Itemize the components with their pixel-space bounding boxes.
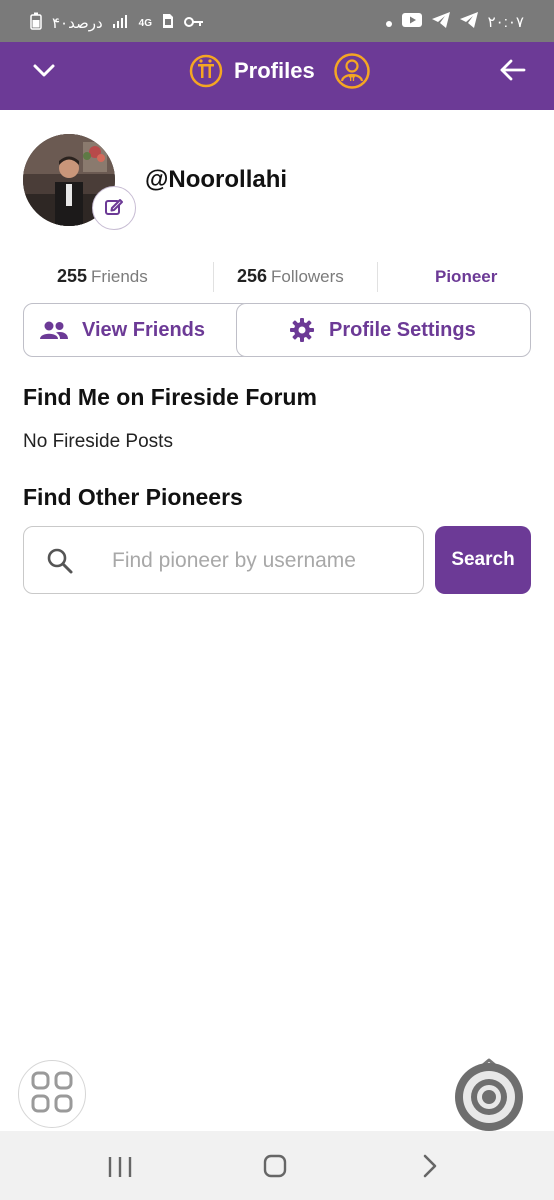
stat-divider <box>377 262 378 292</box>
search-field[interactable] <box>23 526 424 594</box>
followers-label: Followers <box>271 267 344 286</box>
grid-icon <box>30 1070 74 1119</box>
fireside-empty-text: No Fireside Posts <box>23 431 173 452</box>
followers-count: 256 <box>237 266 268 286</box>
floating-target-button[interactable] <box>452 1057 526 1133</box>
dot-icon <box>385 14 392 31</box>
view-friends-button[interactable]: View Friends <box>23 303 252 357</box>
status-left: ۴۰درصد 4G <box>30 12 204 34</box>
view-friends-label: View Friends <box>82 318 206 341</box>
recent-apps-icon[interactable] <box>107 1155 133 1184</box>
home-icon[interactable] <box>263 1154 287 1183</box>
role-badge: Pioneer <box>435 267 498 286</box>
friends-label: Friends <box>91 267 148 286</box>
status-right: ۲۰:۰۷ <box>385 12 524 32</box>
signal-icon <box>112 14 129 32</box>
page-title: Profiles <box>234 58 315 83</box>
vpn-key-icon <box>184 15 204 32</box>
profile-settings-button[interactable]: Profile Settings <box>236 303 531 357</box>
sim-icon <box>162 13 174 33</box>
network-type: 4G <box>138 17 153 29</box>
telegram-icon <box>459 12 478 32</box>
friends-stat[interactable]: 255 Friends <box>57 266 148 287</box>
status-bar: ۴۰درصد 4G ۲۰:۰۷ <box>0 0 554 42</box>
gear-icon <box>289 317 315 343</box>
nav-back-icon[interactable] <box>420 1153 440 1184</box>
followers-stat[interactable]: 256 Followers <box>237 266 344 287</box>
search-button[interactable]: Search <box>435 526 531 594</box>
app-header: Profiles <box>0 42 554 110</box>
search-input[interactable] <box>110 545 414 577</box>
profile-settings-label: Profile Settings <box>329 318 476 341</box>
find-pioneers-heading: Find Other Pioneers <box>23 484 243 510</box>
friends-count: 255 <box>57 266 88 286</box>
people-icon <box>40 320 68 340</box>
apps-grid-button[interactable] <box>18 1060 86 1128</box>
pi-coin-icon <box>188 53 224 94</box>
chevron-down-icon[interactable] <box>30 56 58 84</box>
profile-username: @Noorollahi <box>145 166 288 193</box>
profile-stats: 255 Friends 256 Followers Pioneer <box>0 262 554 292</box>
back-arrow-icon[interactable] <box>498 55 528 90</box>
edit-avatar-button[interactable] <box>92 186 136 230</box>
battery-icon <box>30 12 42 34</box>
stat-divider <box>213 262 214 292</box>
pencil-edit-icon <box>104 196 124 221</box>
telegram-icon <box>431 12 450 32</box>
system-nav-bar <box>0 1131 554 1200</box>
pioneer-profile-icon[interactable] <box>333 52 371 95</box>
youtube-icon <box>401 13 422 31</box>
battery-text: ۴۰درصد <box>52 15 103 32</box>
clock: ۲۰:۰۷ <box>487 14 524 31</box>
fireside-heading: Find Me on Fireside Forum <box>23 384 317 410</box>
search-icon <box>46 547 74 580</box>
